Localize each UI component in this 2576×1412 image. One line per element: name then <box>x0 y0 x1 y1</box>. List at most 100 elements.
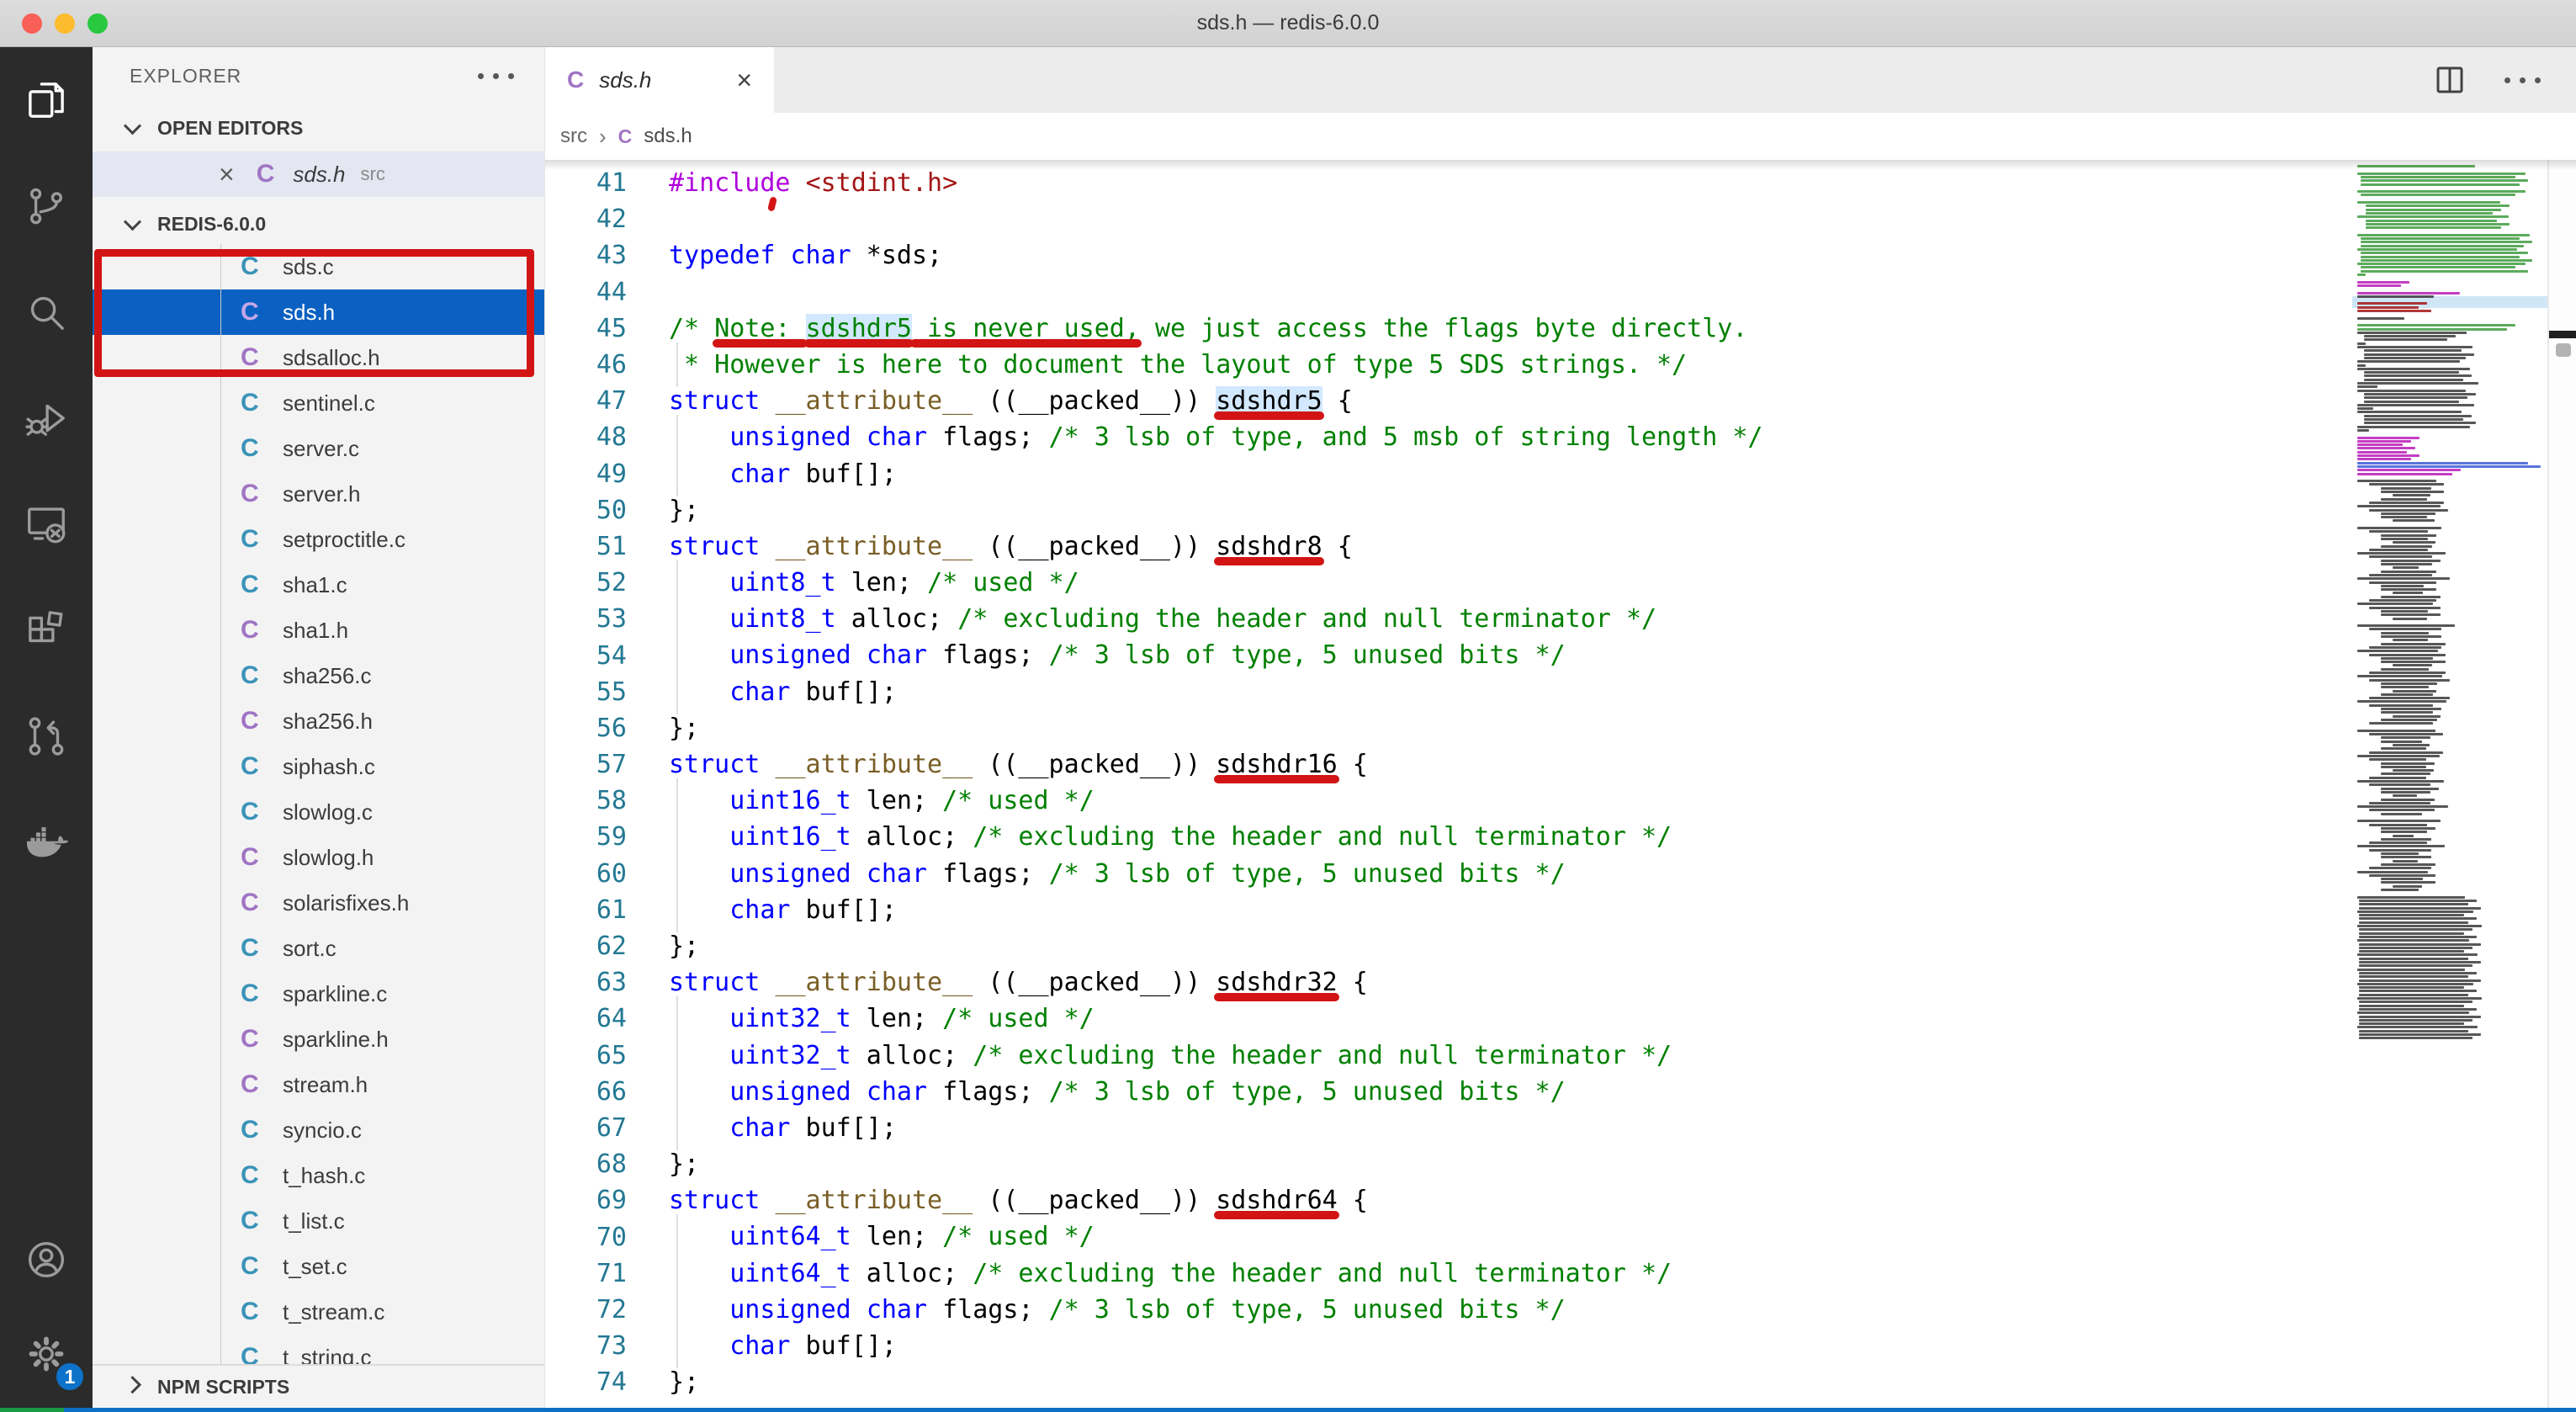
file-row-stream.h[interactable]: Cstream.h <box>93 1062 544 1107</box>
code-line-53[interactable]: 53 uint8_t alloc; /* excluding the heade… <box>545 601 2352 637</box>
file-row-solarisfixes.h[interactable]: Csolarisfixes.h <box>93 880 544 926</box>
code-line-69[interactable]: 69struct __attribute__ ((__packed__)) sd… <box>545 1182 2352 1218</box>
c-file-icon: C <box>241 571 266 599</box>
file-row-sha256.h[interactable]: Csha256.h <box>93 698 544 744</box>
code-line-66[interactable]: 66 unsigned char flags; /* 3 lsb of type… <box>545 1074 2352 1110</box>
code-line-41[interactable]: 41#include <stdint.h> <box>545 165 2352 201</box>
code-line-54[interactable]: 54 unsigned char flags; /* 3 lsb of type… <box>545 637 2352 673</box>
code-line-45[interactable]: 45/* Note: sdshdr5 is never used, we jus… <box>545 311 2352 347</box>
file-row-slowlog.h[interactable]: Cslowlog.h <box>93 835 544 880</box>
file-row-sdsalloc.h[interactable]: Csdsalloc.h <box>93 335 544 380</box>
file-row-sds.c[interactable]: Csds.c <box>93 244 544 289</box>
open-editor-item-sds-h[interactable]: × C sds.h src <box>93 151 544 197</box>
code-line-62[interactable]: 62}; <box>545 928 2352 964</box>
github-pull-requests-icon[interactable] <box>0 683 93 789</box>
npm-scripts-header[interactable]: NPM SCRIPTS <box>93 1364 544 1408</box>
code-line-56[interactable]: 56}; <box>545 710 2352 746</box>
code-line-64[interactable]: 64 uint32_t len; /* used */ <box>545 1001 2352 1037</box>
code-line-70[interactable]: 70 uint64_t len; /* used */ <box>545 1218 2352 1255</box>
code-line-42[interactable]: 42 <box>545 201 2352 237</box>
file-row-t_hash.c[interactable]: Ct_hash.c <box>93 1153 544 1198</box>
file-row-t_stream.c[interactable]: Ct_stream.c <box>93 1289 544 1335</box>
extensions-icon[interactable] <box>0 577 93 683</box>
minimap-line <box>2357 165 2475 167</box>
code-line-65[interactable]: 65 uint32_t alloc; /* excluding the head… <box>545 1038 2352 1074</box>
minimize-window-button[interactable] <box>55 13 75 34</box>
code-line-55[interactable]: 55 char buf[]; <box>545 674 2352 710</box>
file-row-server.h[interactable]: Cserver.h <box>93 471 544 517</box>
code-line-59[interactable]: 59 uint16_t alloc; /* excluding the head… <box>545 819 2352 855</box>
file-row-siphash.c[interactable]: Csiphash.c <box>93 744 544 789</box>
breadcrumb-file[interactable]: sds.h <box>644 125 692 148</box>
code-line-68[interactable]: 68}; <box>545 1146 2352 1182</box>
explorer-icon[interactable] <box>0 47 93 153</box>
code-line-47[interactable]: 47struct __attribute__ ((__packed__)) sd… <box>545 383 2352 419</box>
search-icon[interactable] <box>0 259 93 365</box>
breadcrumb-folder[interactable]: src <box>560 125 587 148</box>
close-window-button[interactable] <box>22 13 42 34</box>
code-line-74[interactable]: 74}; <box>545 1364 2352 1400</box>
code-line-75[interactable]: 75 <box>545 1400 2352 1408</box>
code-line-72[interactable]: 72 unsigned char flags; /* 3 lsb of type… <box>545 1292 2352 1328</box>
code-line-46[interactable]: 46 * However is here to document the lay… <box>545 347 2352 383</box>
zoom-window-button[interactable] <box>87 13 108 34</box>
minimap[interactable] <box>2352 160 2547 1408</box>
file-row-sentinel.c[interactable]: Csentinel.c <box>93 380 544 426</box>
code-text: uint8_t alloc; /* excluding the header a… <box>669 601 1656 637</box>
remote-explorer-icon[interactable] <box>0 471 93 577</box>
open-editors-header[interactable]: OPEN EDITORS <box>93 104 544 151</box>
docker-icon[interactable] <box>0 789 93 895</box>
minimap-line <box>2369 555 2432 558</box>
line-number: 63 <box>545 968 627 997</box>
code-line-73[interactable]: 73 char buf[]; <box>545 1328 2352 1364</box>
minimap-line <box>2393 592 2423 594</box>
accounts-icon[interactable] <box>0 1213 93 1307</box>
code-line-57[interactable]: 57struct __attribute__ ((__packed__)) sd… <box>545 746 2352 783</box>
file-row-sparkline.c[interactable]: Csparkline.c <box>93 971 544 1017</box>
close-icon[interactable]: × <box>736 66 752 93</box>
file-row-setproctitle.c[interactable]: Csetproctitle.c <box>93 517 544 562</box>
code-line-50[interactable]: 50}; <box>545 492 2352 528</box>
file-row-t_set.c[interactable]: Ct_set.c <box>93 1244 544 1289</box>
more-actions-icon[interactable] <box>478 73 514 79</box>
run-debug-icon[interactable] <box>0 365 93 471</box>
file-row-sort.c[interactable]: Csort.c <box>93 926 544 971</box>
code-line-71[interactable]: 71 uint64_t alloc; /* excluding the head… <box>545 1255 2352 1292</box>
file-label: server.c <box>283 436 359 462</box>
file-label: sds.h <box>283 300 335 326</box>
code-editor[interactable]: 41#include <stdint.h>4243typedef char *s… <box>545 160 2576 1408</box>
remote-indicator[interactable] <box>0 1408 64 1412</box>
code-line-58[interactable]: 58 uint16_t len; /* used */ <box>545 783 2352 819</box>
file-row-server.c[interactable]: Cserver.c <box>93 426 544 471</box>
code-line-43[interactable]: 43typedef char *sds; <box>545 237 2352 273</box>
file-row-sha1.h[interactable]: Csha1.h <box>93 608 544 653</box>
code-line-52[interactable]: 52 uint8_t len; /* used */ <box>545 565 2352 601</box>
code-line-60[interactable]: 60 unsigned char flags; /* 3 lsb of type… <box>545 856 2352 892</box>
file-row-slowlog.c[interactable]: Cslowlog.c <box>93 789 544 835</box>
file-row-sha256.c[interactable]: Csha256.c <box>93 653 544 698</box>
code-line-48[interactable]: 48 unsigned char flags; /* 3 lsb of type… <box>545 419 2352 455</box>
settings-icon[interactable]: 1 <box>0 1307 93 1401</box>
close-icon[interactable]: × <box>219 161 235 188</box>
more-actions-icon[interactable] <box>2504 77 2541 83</box>
scrollbar[interactable] <box>2547 160 2576 1408</box>
minimap-line <box>2369 849 2431 852</box>
tree-root-redis-6.0.0[interactable]: REDIS-6.0.0 <box>93 204 544 244</box>
code-line-44[interactable]: 44 <box>545 274 2352 311</box>
code-line-51[interactable]: 51struct __attribute__ ((__packed__)) sd… <box>545 528 2352 565</box>
minimap-line <box>2381 661 2446 663</box>
code-line-61[interactable]: 61 char buf[]; <box>545 892 2352 928</box>
file-row-syncio.c[interactable]: Csyncio.c <box>93 1107 544 1153</box>
tab-sds-h[interactable]: C sds.h × <box>545 47 774 113</box>
scrollbar-thumb[interactable] <box>2556 343 2571 357</box>
code-line-63[interactable]: 63struct __attribute__ ((__packed__)) sd… <box>545 964 2352 1001</box>
code-line-67[interactable]: 67 char buf[]; <box>545 1110 2352 1146</box>
source-control-icon[interactable] <box>0 153 93 259</box>
file-row-t_list.c[interactable]: Ct_list.c <box>93 1198 544 1244</box>
file-row-sds.h[interactable]: Csds.h <box>93 289 544 335</box>
file-row-sha1.c[interactable]: Csha1.c <box>93 562 544 608</box>
status-bar-main[interactable] <box>64 1408 2576 1412</box>
code-line-49[interactable]: 49 char buf[]; <box>545 456 2352 492</box>
split-editor-icon[interactable] <box>2432 62 2467 98</box>
file-row-sparkline.h[interactable]: Csparkline.h <box>93 1017 544 1062</box>
